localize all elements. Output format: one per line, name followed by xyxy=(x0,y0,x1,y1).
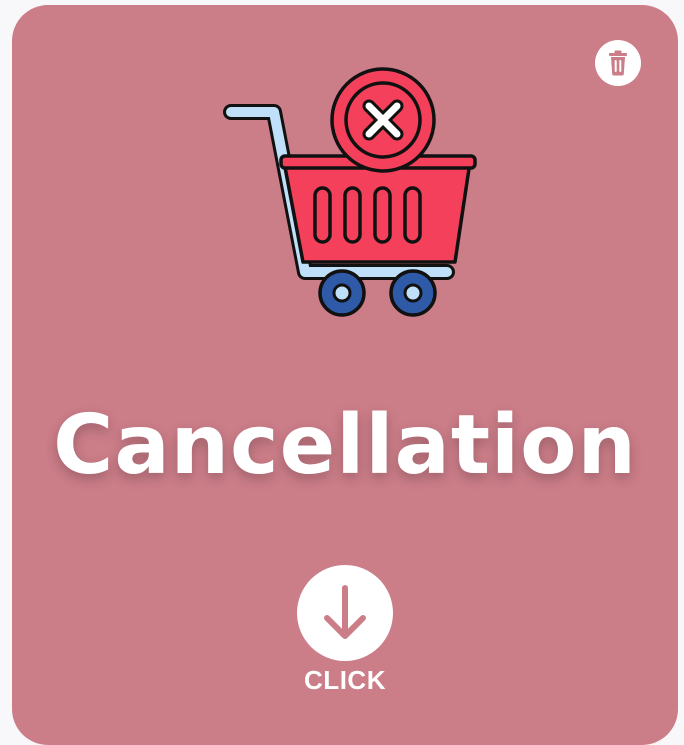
cancellation-card[interactable]: Cancellation CLICK xyxy=(12,5,678,745)
click-label: CLICK xyxy=(304,665,386,695)
delete-button[interactable] xyxy=(595,40,641,86)
trash-icon xyxy=(609,50,627,76)
page-title: Cancellation xyxy=(53,398,637,493)
download-button[interactable] xyxy=(297,565,393,661)
shopping-cart-cancel-icon xyxy=(223,67,477,317)
arrow-down-icon xyxy=(324,585,366,639)
